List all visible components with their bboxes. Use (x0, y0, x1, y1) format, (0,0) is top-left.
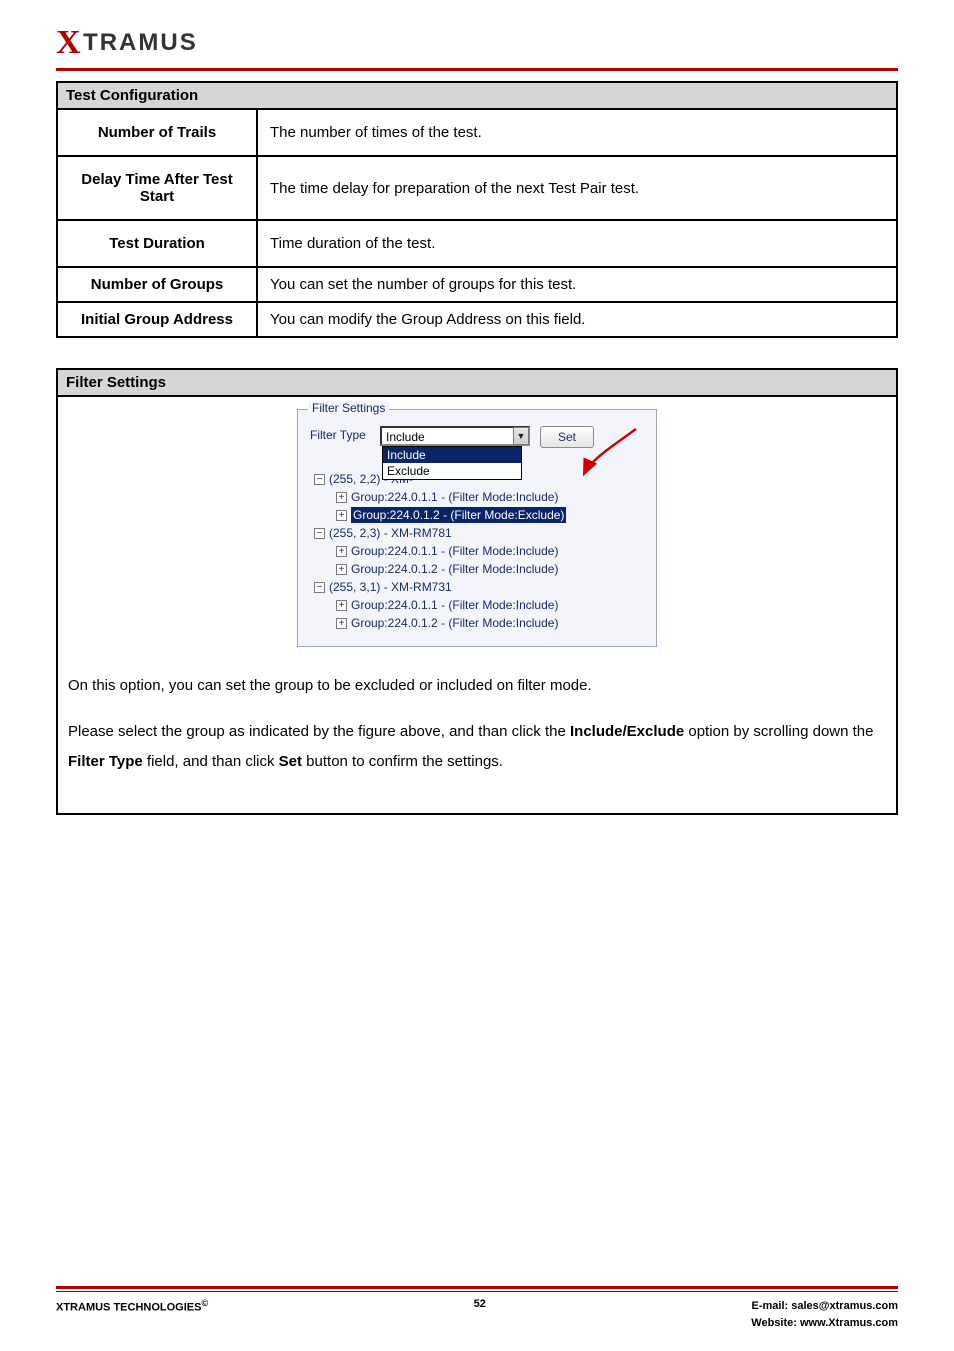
filter-type-combo[interactable]: Include ▼ Include Exclude (380, 426, 530, 446)
footer-right: E-mail: sales@xtramus.com Website: www.X… (751, 1298, 898, 1331)
footer-company: XTRAMUS TECHNOLOGIES (56, 1302, 201, 1314)
logo-x-char: X (56, 24, 81, 62)
filter-desc-2: Please select the group as indicated by … (68, 717, 886, 777)
footer-left: XTRAMUS TECHNOLOGIES© (56, 1298, 208, 1314)
expand-icon[interactable]: + (336, 618, 347, 629)
row-label: Test Duration (57, 220, 257, 267)
text-span: Please select the group as indicated by … (68, 723, 570, 740)
filter-settings-header: Filter Settings (58, 370, 896, 397)
tree-node[interactable]: −(255, 3,1) - XM-RM731 (310, 578, 644, 596)
filter-type-label: Filter Type (310, 426, 370, 442)
footer-divider-thin (56, 1291, 898, 1292)
row-label: Number of Trails (57, 109, 257, 156)
footer-website: Website: www.Xtramus.com (751, 1315, 898, 1332)
filter-settings-panel: Filter Settings Filter Type Include (297, 409, 657, 647)
chevron-down-icon[interactable]: ▼ (513, 427, 529, 445)
test-configuration-table: Test Configuration Number of Trails The … (56, 81, 898, 338)
tree-node[interactable]: + Group:224.0.1.1 - (Filter Mode:Include) (310, 488, 644, 506)
row-label: Delay Time After Test Start (57, 156, 257, 220)
footer-divider-top (56, 1286, 898, 1289)
expand-icon[interactable]: + (336, 564, 347, 575)
collapse-icon[interactable]: − (314, 582, 325, 593)
expand-icon[interactable]: + (336, 600, 347, 611)
config-table-title: Test Configuration (57, 82, 897, 109)
row-desc: The time delay for preparation of the ne… (257, 156, 897, 220)
text-span: button to confirm the settings. (302, 753, 503, 770)
copyright-icon: © (201, 1298, 208, 1308)
filter-settings-section: Filter Settings Filter Settings Fil (56, 368, 898, 815)
expand-icon[interactable]: + (336, 546, 347, 557)
set-button[interactable]: Set (540, 426, 594, 448)
text-bold: Filter Type (68, 753, 143, 770)
text-span: option by scrolling down the (684, 723, 873, 740)
tree-node-selected[interactable]: + Group:224.0.1.2 - (Filter Mode:Exclude) (310, 506, 644, 524)
collapse-icon[interactable]: − (314, 474, 325, 485)
tree-node-label: Group:224.0.1.2 - (Filter Mode:Include) (351, 616, 558, 630)
row-label: Number of Groups (57, 267, 257, 302)
text-bold: Set (279, 753, 302, 770)
expand-icon[interactable]: + (336, 510, 347, 521)
logo-rest: TRAMUS (83, 29, 198, 57)
tree-node-label: Group:224.0.1.1 - (Filter Mode:Include) (351, 598, 558, 612)
text-bold: Include/Exclude (570, 723, 684, 740)
row-desc: The number of times of the test. (257, 109, 897, 156)
filter-type-value: Include (380, 426, 530, 446)
tree-node[interactable]: −(255, 2,3) - XM-RM781 (310, 524, 644, 542)
tree-node[interactable]: + Group:224.0.1.1 - (Filter Mode:Include) (310, 596, 644, 614)
header-divider (56, 68, 898, 71)
page-footer: XTRAMUS TECHNOLOGIES© 52 E-mail: sales@x… (56, 1286, 898, 1331)
tree-node-label: (255, 2,3) - XM-RM781 (329, 526, 452, 540)
row-desc: You can set the number of groups for thi… (257, 267, 897, 302)
tree-node[interactable]: + Group:224.0.1.1 - (Filter Mode:Include) (310, 542, 644, 560)
filter-option-exclude[interactable]: Exclude (383, 463, 521, 479)
expand-icon[interactable]: + (336, 492, 347, 503)
tree-node-label: (255, 3,1) - XM-RM731 (329, 580, 452, 594)
collapse-icon[interactable]: − (314, 528, 325, 539)
tree-node[interactable]: + Group:224.0.1.2 - (Filter Mode:Include) (310, 560, 644, 578)
tree-node-label: Group:224.0.1.1 - (Filter Mode:Include) (351, 490, 558, 504)
tree-node-label: Group:224.0.1.1 - (Filter Mode:Include) (351, 544, 558, 558)
footer-email: E-mail: sales@xtramus.com (751, 1298, 898, 1315)
filter-type-dropdown-list: Include Exclude (382, 446, 522, 480)
brand-logo: X TRAMUS (56, 24, 898, 62)
page-number: 52 (450, 1298, 510, 1310)
filter-option-include[interactable]: Include (383, 447, 521, 463)
row-desc: Time duration of the test. (257, 220, 897, 267)
text-span: field, and than click (143, 753, 279, 770)
filter-panel-legend: Filter Settings (308, 401, 389, 415)
tree-node[interactable]: + Group:224.0.1.2 - (Filter Mode:Include) (310, 614, 644, 632)
filter-desc-1: On this option, you can set the group to… (68, 671, 886, 701)
tree-node-label: Group:224.0.1.2 - (Filter Mode:Exclude) (351, 507, 566, 523)
row-label: Initial Group Address (57, 302, 257, 337)
filter-tree[interactable]: −(255, 2,2) - XM- +Group:224.0.1.1 - (Fi… (310, 470, 644, 632)
tree-node-label: Group:224.0.1.2 - (Filter Mode:Include) (351, 562, 558, 576)
row-desc: You can modify the Group Address on this… (257, 302, 897, 337)
